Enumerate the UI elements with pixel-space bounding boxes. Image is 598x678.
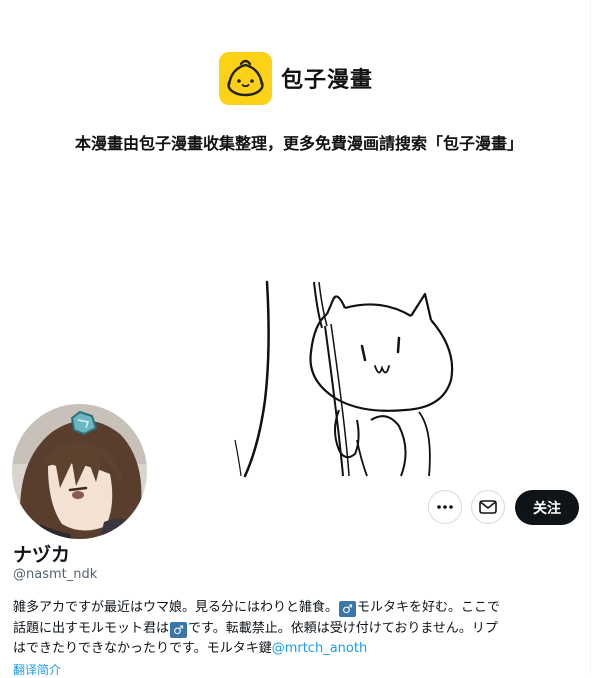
column-divider [590, 0, 591, 673]
avatar[interactable] [9, 401, 150, 542]
bio-text: 雑多アカですが最近はウマ娘。見る分にはわりと雑食。 [13, 600, 339, 615]
bio-line-1: 雑多アカですが最近はウマ娘。見る分にはわりと雑食。 ♂ モルタキを好む。ここで [13, 598, 588, 619]
translate-bio-link[interactable]: 翻译简介 [13, 661, 61, 678]
bio-line-3: はできたりできなかったりです。モルタキ鍵@mrtch_anoth [13, 639, 588, 660]
bio-text: です。転載禁止。依頼は受け付けておりません。リプ [188, 620, 498, 636]
user-handle: @nasmt_ndk [13, 567, 98, 582]
more-icon [437, 505, 453, 509]
bio-text: はできたりできなかったりです。モルタキ鍵 [13, 641, 272, 656]
bun-logo-icon [219, 52, 272, 105]
display-name: ナヅカ [13, 544, 71, 566]
more-button[interactable] [428, 490, 462, 524]
bio-line-2: 話題に出すモルモット君は ♂ です。転載禁止。依頼は受け付けておりません。リプ [13, 619, 588, 640]
message-button[interactable] [471, 490, 505, 524]
avatar-image [9, 401, 150, 542]
banner-sketch-image [234, 280, 454, 478]
bio-text: 話題に出すモルモット君は [13, 620, 170, 636]
follow-button[interactable]: 关注 [515, 490, 579, 525]
profile-banner[interactable] [221, 280, 468, 478]
male-sign-icon: ♂ [170, 621, 188, 638]
mention-link[interactable]: @mrtch_anoth [272, 641, 368, 656]
site-logo-row: 包子漫畫 [0, 52, 598, 106]
male-sign-icon: ♂ [339, 601, 357, 617]
source-notice: 本漫畫由包子漫畫收集整理，更多免費漫画請搜索「包子漫畫」 [74, 134, 523, 153]
bio-text: モルタキを好む。ここで [357, 600, 501, 615]
profile-bio: 雑多アカですが最近はウマ娘。見る分にはわりと雑食。 ♂ モルタキを好む。ここで 話題… [13, 598, 588, 660]
mail-icon [479, 500, 497, 514]
site-title: 包子漫畫 [281, 68, 374, 93]
